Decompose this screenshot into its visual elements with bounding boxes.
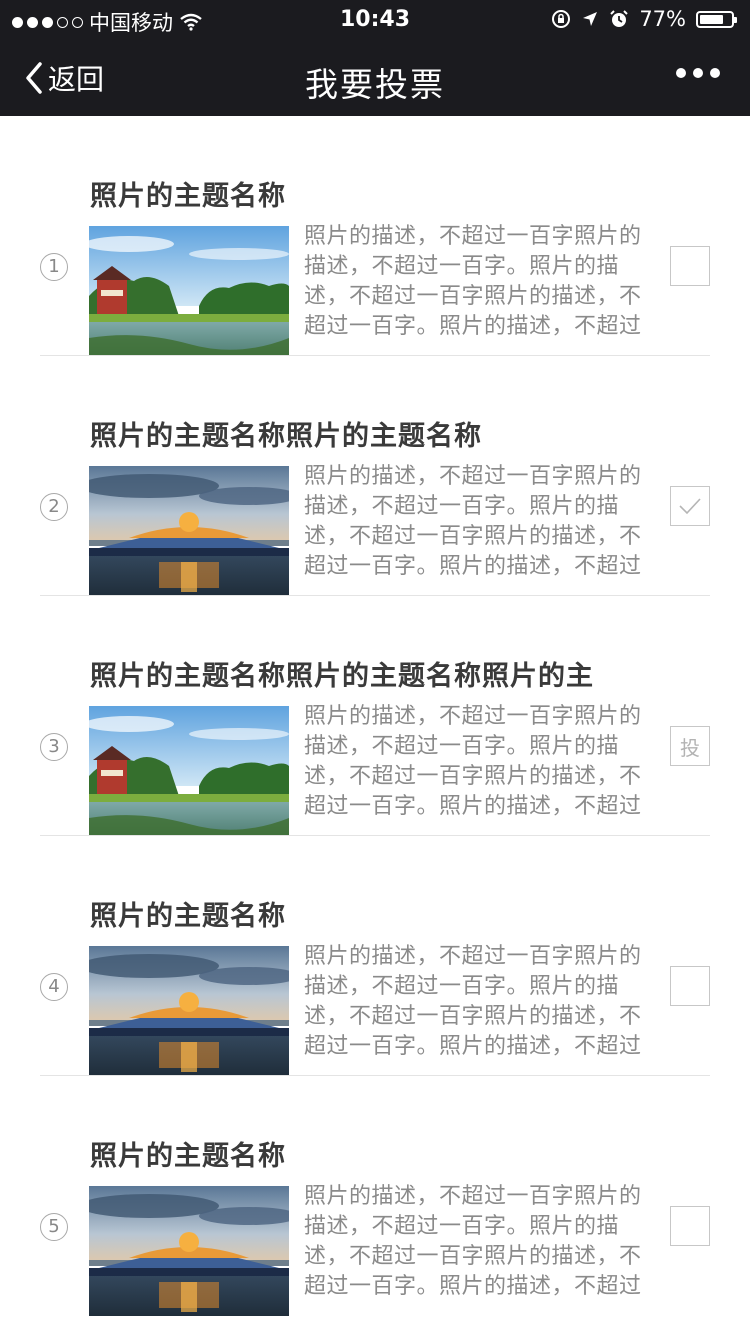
photo-description: 照片的描述，不超过一百字照片的描述，不超过一百字。照片的描述，不超过一百字照片的…	[304, 1184, 642, 1299]
status-indicators: 77%	[551, 7, 737, 31]
item-index: 4	[40, 973, 68, 1001]
item-index: 5	[40, 1213, 68, 1241]
vote-checkbox[interactable]	[670, 246, 710, 286]
location-arrow-icon	[583, 12, 598, 26]
lit-building-image	[89, 466, 289, 596]
vote-checkbox[interactable]	[670, 1206, 710, 1246]
list-item: 照片的主题名称 1 照片的描述，不超过一百字照片的描述，不超过一百字。照片的描述…	[0, 116, 750, 356]
more-button[interactable]	[676, 68, 720, 78]
photo-thumbnail[interactable]	[89, 226, 289, 356]
lit-building-image	[89, 1186, 289, 1316]
page-title: 我要投票	[305, 65, 445, 104]
photo-description: 照片的描述，不超过一百字照片的描述，不超过一百字。照片的描述，不超过一百字照片的…	[304, 944, 642, 1059]
photo-description: 照片的描述，不超过一百字照片的描述，不超过一百字。照片的描述，不超过一百字照片的…	[304, 464, 642, 579]
photo-title: 照片的主题名称	[90, 181, 286, 212]
vote-button[interactable]: 投	[670, 726, 710, 766]
photo-title: 照片的主题名称照片的主题名称照片的主	[90, 661, 594, 692]
photo-description: 照片的描述，不超过一百字照片的描述，不超过一百字。照片的描述，不超过一百字照片的…	[304, 224, 642, 339]
photo-thumbnail[interactable]	[89, 706, 289, 836]
vote-label: 投	[680, 735, 700, 760]
photo-title: 照片的主题名称	[90, 1141, 286, 1172]
more-dots-icon	[676, 68, 686, 78]
pavilion-lake-image	[89, 226, 289, 356]
item-index: 2	[40, 493, 68, 521]
list-item: 照片的主题名称照片的主题名称照片的主 3 照片的描述，不超过一百字照片的描述，不…	[0, 596, 750, 836]
item-index: 3	[40, 733, 68, 761]
pavilion-lake-image	[89, 706, 289, 836]
alarm-icon	[610, 10, 629, 27]
photo-title: 照片的主题名称照片的主题名称	[90, 421, 482, 452]
lit-building-image	[89, 946, 289, 1076]
nav-bar: 返回 我要投票	[0, 40, 750, 116]
list-item: 照片的主题名称照片的主题名称 2 照片的描述，不超过一百字照片的描述，不超过一百…	[0, 356, 750, 596]
status-bar: 中国移动 10:43 77%	[0, 0, 750, 40]
battery-percent: 77%	[639, 7, 686, 31]
vote-checkbox[interactable]	[670, 966, 710, 1006]
photo-list: 照片的主题名称 1 照片的描述，不超过一百字照片的描述，不超过一百字。照片的描述…	[0, 116, 750, 1316]
photo-description: 照片的描述，不超过一百字照片的描述，不超过一百字。照片的描述，不超过一百字照片的…	[304, 704, 642, 819]
photo-thumbnail[interactable]	[89, 1186, 289, 1316]
checkmark-icon	[679, 498, 701, 515]
list-item: 照片的主题名称 5 照片的描述，不超过一百字照片的描述，不超过一百字。照片的描述…	[0, 1076, 750, 1316]
photo-thumbnail[interactable]	[89, 946, 289, 1076]
item-index: 1	[40, 253, 68, 281]
list-item: 照片的主题名称 4 照片的描述，不超过一百字照片的描述，不超过一百字。照片的描述…	[0, 836, 750, 1076]
photo-title: 照片的主题名称	[90, 901, 286, 932]
orientation-lock-icon	[552, 10, 571, 28]
battery-icon	[696, 10, 737, 28]
photo-thumbnail[interactable]	[89, 466, 289, 596]
vote-checkbox[interactable]	[670, 486, 710, 526]
